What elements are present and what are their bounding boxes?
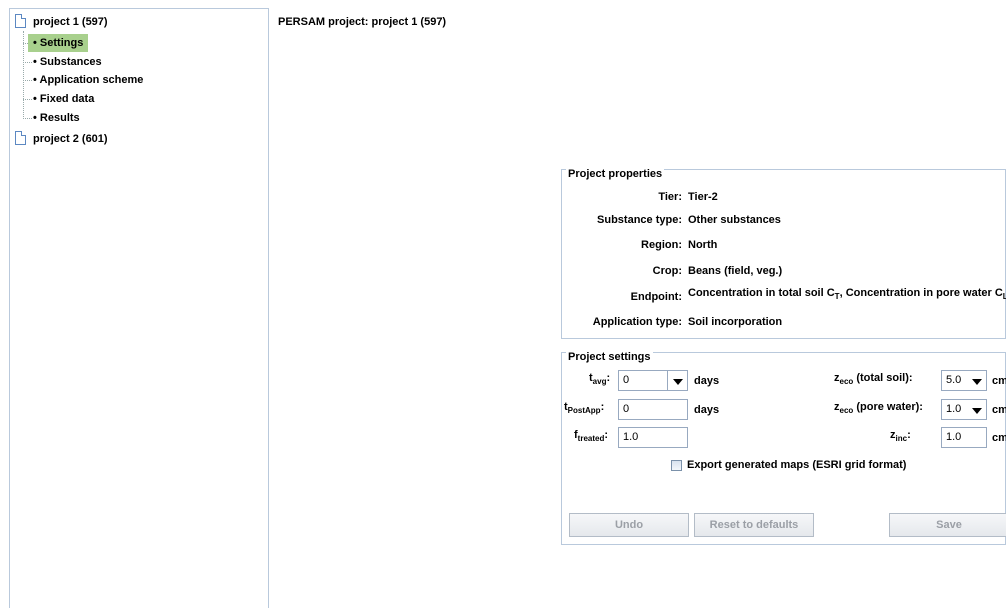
label-text: (pore water): [853,401,923,413]
tree-item-text: Settings [39,37,84,49]
tree-item-text: Fixed data [39,93,95,105]
ftreated-label: ftreated: [574,429,609,443]
tavg-dropdown-button[interactable] [668,370,688,391]
tree-item-label: • Settings [28,34,89,52]
subscript: avg [592,377,607,386]
ftreated-input[interactable]: 1.0 [618,427,688,448]
endpoint-text: Concentration in total soil C [688,287,835,299]
substance-type-label: Substance type: [597,214,682,226]
zinc-label: zinc: [890,429,911,443]
zeco-total-soil-dropdown-button[interactable] [967,370,987,391]
zeco-total-soil-label: zeco (total soil): [834,372,913,386]
tree-item-text: Substances [39,56,102,68]
project-properties-panel: Project properties Tier: Tier-2 Substanc… [561,168,1006,339]
document-icon [15,131,26,145]
tree-item-label: • Application scheme [33,74,144,86]
tree-item-label: • Fixed data [33,93,95,105]
tree-item-application-scheme[interactable]: • Application scheme [10,71,210,89]
tree-item-label: • Substances [33,56,102,68]
subscript: eco [839,406,854,415]
save-button[interactable]: Save [889,513,1006,537]
undo-button[interactable]: Undo [569,513,689,537]
crop-label: Crop: [652,265,682,277]
endpoint-text: Concentration in pore water C [845,287,1003,299]
panel-title: Project settings [566,351,653,363]
tree-item-text: Results [39,112,80,124]
tpostapp-label: tPostApp: [564,401,605,415]
subscript: inc [895,434,908,443]
tier-label: Tier: [658,191,682,203]
tier-value: Tier-2 [688,191,718,203]
export-maps-label: Export generated maps (ESRI grid format) [687,459,907,471]
tavg-unit: days [694,375,720,387]
tree-item-text: Application scheme [39,74,144,86]
application-type-value: Soil incorporation [688,316,783,328]
subscript: PostApp [567,406,601,415]
reset-to-defaults-button[interactable]: Reset to defaults [694,513,814,537]
export-maps-checkbox[interactable] [671,460,682,471]
zeco-pore-water-dropdown-button[interactable] [967,399,987,420]
subscript: eco [839,377,854,386]
panel-title: Project properties [566,168,665,180]
tavg-label: tavg: [589,372,611,386]
zeco-pore-water-label: zeco (pore water): [834,401,923,415]
tavg-select[interactable]: 0 [618,370,668,391]
page-title: PERSAM project: project 1 (597) [278,16,447,28]
application-type-label: Application type: [592,316,682,328]
project-settings-panel: Project settings tavg: 0 days tPostApp: … [561,351,1006,545]
zinc-input[interactable]: 1.0 [941,427,987,448]
tpostapp-input[interactable]: 0 [618,399,688,420]
project-tree[interactable]: project 1 (597) • Settings • Substances … [9,8,269,608]
endpoint-label: Endpoint: [630,291,682,303]
region-value: North [688,239,718,251]
tree-item-results[interactable]: • Results [10,109,210,127]
document-icon [15,14,26,28]
tree-item-fixed-data[interactable]: • Fixed data [10,90,210,108]
tree-item-substances[interactable]: • Substances [10,53,210,71]
zeco-total-soil-unit: cm [992,375,1006,387]
tree-item-label: • Results [33,112,80,124]
endpoint-value: Concentration in total soil CT, Concentr… [688,287,1006,301]
zeco-pore-water-unit: cm [992,404,1006,416]
subscript: treated [577,434,605,443]
region-label: Region: [641,239,682,251]
tree-node-label: project 1 (597) [33,16,108,28]
zinc-unit: cm [992,432,1006,444]
tree-node-label: project 2 (601) [33,133,108,145]
label-text: (total soil): [853,372,913,384]
crop-value: Beans (field, veg.) [688,265,783,277]
substance-type-value: Other substances [688,214,781,226]
tree-item-settings[interactable]: • Settings [10,34,210,52]
tpostapp-unit: days [694,404,720,416]
